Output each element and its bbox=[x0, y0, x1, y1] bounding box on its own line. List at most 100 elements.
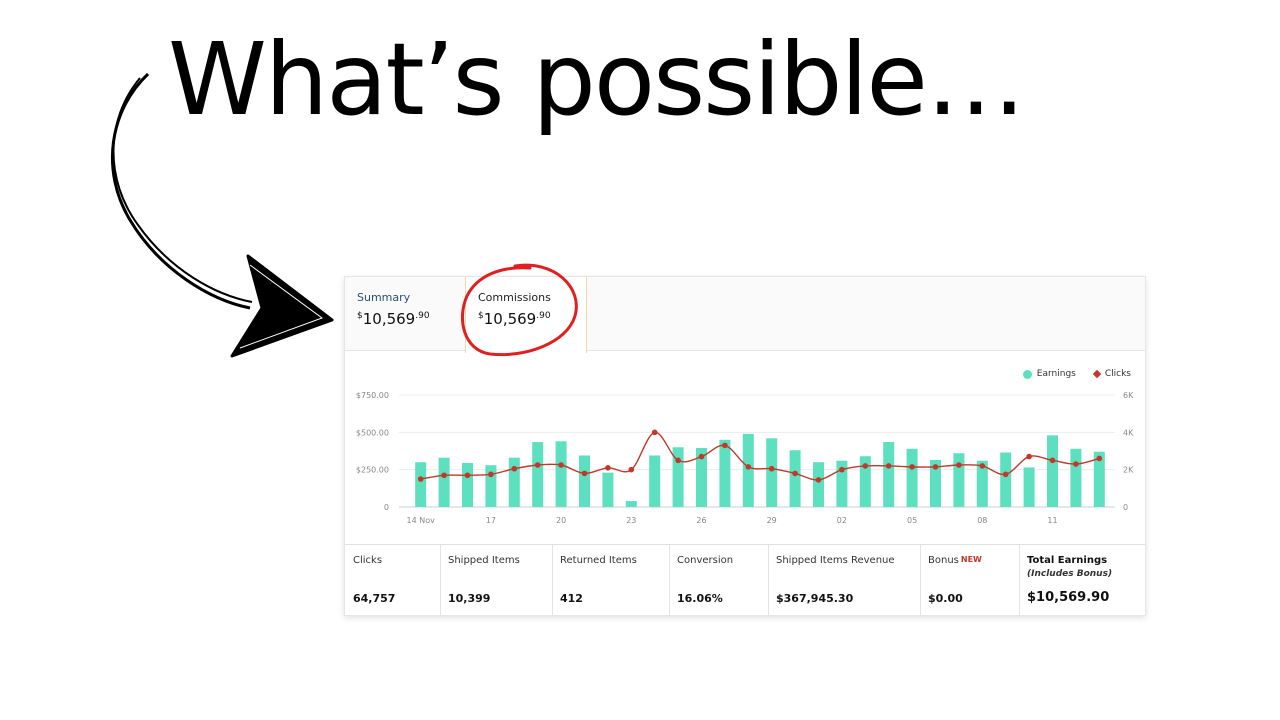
earnings-bar bbox=[813, 462, 824, 507]
clicks-point bbox=[605, 465, 611, 471]
red-circle-annotation-icon bbox=[460, 263, 578, 357]
right-axis-tick-label: 6K bbox=[1123, 391, 1134, 400]
earnings-bar bbox=[532, 442, 544, 507]
earnings-bar bbox=[555, 441, 567, 507]
stat-sub: (Includes Bonus) bbox=[1027, 569, 1113, 579]
clicks-point bbox=[862, 463, 869, 469]
clicks-point bbox=[768, 465, 775, 472]
clicks-point bbox=[815, 477, 822, 483]
earnings-bar bbox=[625, 501, 637, 507]
earnings-clicks-chart: 0 $250.00 $500.00 $750.00 0 2K 4K 6K 14 Nov 17 20 2… bbox=[356, 391, 1134, 525]
right-axis-tick-label: 2K bbox=[1123, 466, 1134, 475]
x-axis-tick-label: 11 bbox=[1047, 516, 1057, 525]
clicks-line bbox=[420, 431, 1100, 481]
left-axis-tick-label: $250.00 bbox=[356, 466, 389, 475]
clicks-point bbox=[909, 464, 915, 470]
new-badge: NEW bbox=[960, 555, 982, 564]
stat-value: 16.06% bbox=[677, 592, 723, 605]
clicks-point bbox=[839, 466, 845, 473]
earnings-bar bbox=[649, 455, 661, 507]
x-axis-tick-label: 29 bbox=[767, 516, 777, 525]
tab-summary-value: $10,569.90 bbox=[357, 310, 430, 328]
x-axis-tick-label: 17 bbox=[486, 516, 496, 525]
earnings-bar bbox=[1023, 467, 1035, 507]
right-axis-tick-label: 4K bbox=[1123, 428, 1134, 437]
stat-value: 64,757 bbox=[353, 592, 396, 605]
stat-bonus: Bonus NEW $0.00 bbox=[920, 545, 1020, 615]
clicks-point bbox=[441, 472, 447, 479]
tab-summary[interactable]: Summary $10,569.90 bbox=[345, 277, 465, 350]
x-axis-tick-label: 14 Nov bbox=[407, 516, 436, 525]
earnings-bar bbox=[883, 442, 895, 507]
earnings-bar bbox=[415, 462, 427, 507]
clicks-point bbox=[558, 462, 564, 468]
earnings-bar bbox=[438, 457, 450, 507]
clicks-point bbox=[1096, 455, 1103, 462]
clicks-point bbox=[956, 462, 962, 468]
x-axis-tick-label: 20 bbox=[556, 516, 566, 525]
clicks-point bbox=[1002, 471, 1009, 478]
stat-value: 10,399 bbox=[448, 592, 491, 605]
stat-returned-items: Returned Items 412 bbox=[552, 545, 670, 615]
stat-value: $10,569.90 bbox=[1027, 590, 1110, 605]
clicks-point bbox=[885, 463, 892, 469]
stat-conversion: Conversion 16.06% bbox=[669, 545, 769, 615]
clicks-point bbox=[722, 442, 728, 449]
stat-label: Shipped Items Revenue bbox=[776, 555, 895, 566]
stat-value: $367,945.30 bbox=[776, 592, 854, 605]
earnings-bar bbox=[742, 433, 754, 507]
hand-drawn-arrow-icon bbox=[111, 72, 334, 358]
earnings-bar bbox=[719, 439, 731, 507]
stat-shipped-items-revenue: Shipped Items Revenue $367,945.30 bbox=[768, 545, 921, 615]
stat-label: Shipped Items bbox=[448, 555, 520, 566]
earnings-bar bbox=[1000, 452, 1012, 507]
stat-label: Conversion bbox=[677, 555, 734, 566]
earnings-bar bbox=[789, 450, 801, 507]
earnings-bar bbox=[766, 438, 778, 507]
earnings-bar bbox=[602, 472, 614, 507]
earnings-bar bbox=[485, 465, 497, 507]
clicks-point bbox=[651, 429, 658, 436]
clicks-point bbox=[534, 462, 541, 468]
clicks-point bbox=[675, 457, 681, 464]
stat-label: Total Earnings bbox=[1027, 555, 1108, 566]
clicks-point bbox=[581, 470, 588, 477]
stat-label: Clicks bbox=[353, 555, 383, 566]
x-axis-tick-label: 05 bbox=[907, 516, 917, 525]
left-axis-tick-label: $500.00 bbox=[356, 428, 389, 437]
earnings-bar bbox=[953, 453, 965, 507]
clicks-point bbox=[1026, 453, 1032, 460]
stat-total-earnings: Total Earnings (Includes Bonus) $10,569.90 bbox=[1019, 545, 1145, 615]
clicks-point bbox=[792, 470, 798, 477]
clicks-point bbox=[464, 472, 471, 479]
x-axis-tick-label: 23 bbox=[626, 516, 636, 525]
stat-value: $0.00 bbox=[928, 592, 963, 605]
stat-shipped-items: Shipped Items 10,399 bbox=[440, 545, 553, 615]
right-axis-tick-label: 0 bbox=[1123, 503, 1128, 512]
x-axis-tick-label: 08 bbox=[977, 516, 987, 525]
clicks-point bbox=[628, 466, 635, 473]
x-axis-tick-label: 26 bbox=[696, 516, 706, 525]
earnings-bar bbox=[579, 455, 590, 507]
left-axis-tick-label: 0 bbox=[384, 503, 389, 512]
earnings-bar bbox=[462, 462, 473, 507]
stat-label: Bonus NEW bbox=[928, 555, 982, 566]
stat-value: 412 bbox=[560, 592, 583, 605]
clicks-point bbox=[511, 465, 518, 472]
clicks-point bbox=[417, 476, 424, 482]
stat-clicks: Clicks 64,757 bbox=[345, 545, 441, 615]
tab-summary-label: Summary bbox=[357, 291, 411, 304]
stats-row: Clicks 64,757 Shipped Items 10,399 Returned … bbox=[345, 544, 1145, 615]
earnings-bar bbox=[508, 457, 520, 507]
earnings-bar bbox=[906, 448, 918, 507]
stat-label: Returned Items bbox=[560, 555, 637, 566]
clicks-point bbox=[698, 453, 705, 460]
earnings-bar bbox=[1070, 448, 1082, 507]
clicks-point bbox=[488, 471, 494, 478]
clicks-point bbox=[932, 464, 939, 470]
left-axis-tick-label: $750.00 bbox=[356, 391, 389, 400]
clicks-point bbox=[745, 464, 752, 470]
earnings-bar bbox=[1047, 435, 1058, 507]
clicks-point bbox=[1073, 461, 1079, 467]
x-axis-tick-label: 02 bbox=[837, 516, 847, 525]
